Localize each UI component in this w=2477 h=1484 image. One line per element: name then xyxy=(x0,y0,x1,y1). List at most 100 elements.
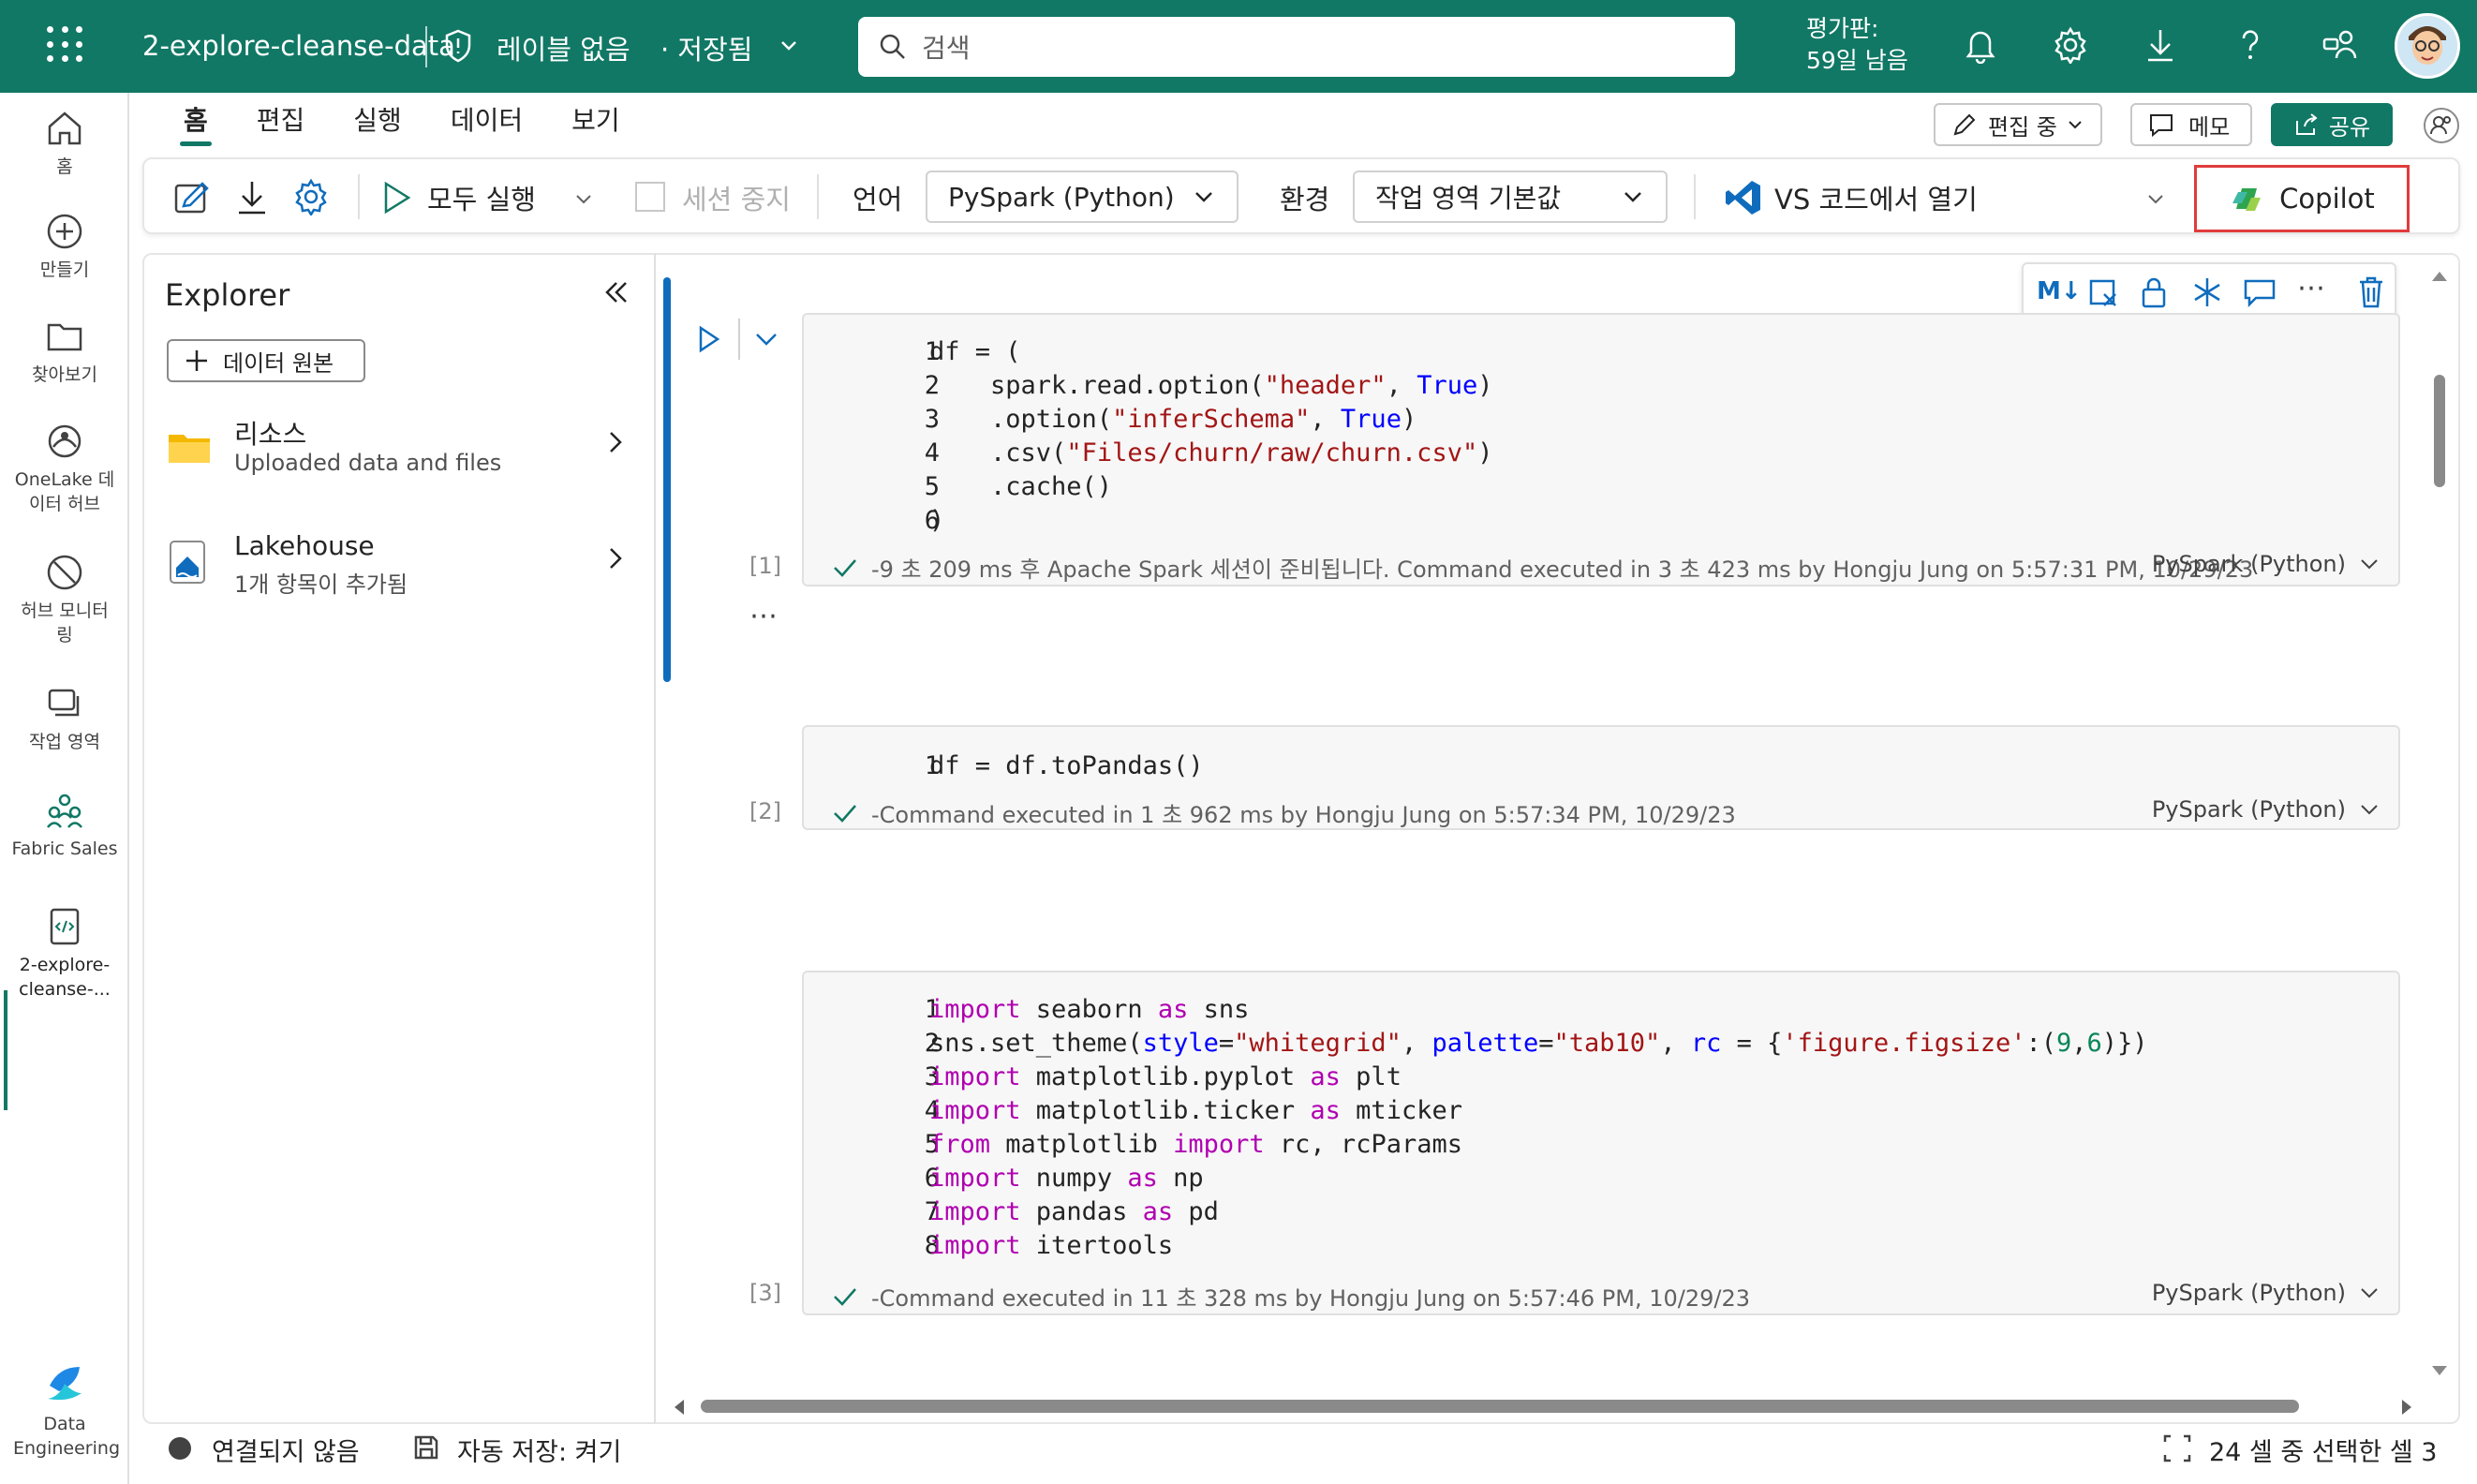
chevron-down-icon[interactable] xyxy=(573,189,594,210)
feedback-icon[interactable] xyxy=(2321,26,2359,64)
chevron-right-icon xyxy=(610,548,622,569)
environment-dropdown[interactable]: 작업 영역 기본값 xyxy=(1353,171,1668,223)
autosave-status[interactable]: 자동 저장: 켜기 xyxy=(457,1432,621,1468)
collapse-panel-icon[interactable] xyxy=(600,277,633,307)
notebook-icon xyxy=(50,908,80,945)
trial-label: 평가판: xyxy=(1806,15,1879,42)
chevron-down-icon[interactable] xyxy=(778,34,800,56)
horizontal-scrollbar[interactable] xyxy=(701,1400,2299,1413)
nav-onelake[interactable]: OneLake 데이터 허브 xyxy=(0,421,129,516)
nav-current-notebook-label: 2-explore-cleanse-... xyxy=(19,955,111,1000)
avatar[interactable] xyxy=(2395,13,2460,79)
nav-workspaces-label: 작업 영역 xyxy=(29,732,100,752)
stop-session-button[interactable]: 세션 중지 xyxy=(682,178,791,217)
open-in-vscode-button[interactable]: VS 코드에서 열기 xyxy=(1774,178,1978,217)
connection-status[interactable]: 연결되지 않음 xyxy=(212,1432,360,1468)
nav-workspaces[interactable]: 작업 영역 xyxy=(0,683,129,754)
fabric-sales-icon xyxy=(47,794,82,828)
trial-status[interactable]: 평가판: 59일 남음 xyxy=(1806,13,1908,77)
delete-icon[interactable] xyxy=(2357,275,2385,309)
trial-days-left: 59일 남음 xyxy=(1806,47,1908,74)
copilot-button[interactable]: Copilot xyxy=(2194,165,2410,232)
nav-browse[interactable]: 찾아보기 xyxy=(0,316,129,387)
freeze-cell-icon[interactable] xyxy=(2087,277,2119,309)
nav-current-notebook[interactable]: 2-explore-cleanse-... xyxy=(0,906,129,1002)
scroll-down-icon[interactable] xyxy=(2430,1364,2449,1379)
more-options-icon[interactable]: ⋯ xyxy=(2297,272,2325,304)
tab-view[interactable]: 보기 xyxy=(547,101,645,152)
chevron-down-icon xyxy=(2361,559,2378,570)
divider xyxy=(817,174,819,219)
download-icon[interactable] xyxy=(2143,26,2177,64)
data-engineering-icon xyxy=(48,1367,82,1401)
search-input[interactable]: 검색 xyxy=(922,28,971,66)
explorer-item-title: 리소스 xyxy=(234,419,307,450)
comment-icon[interactable] xyxy=(2243,277,2277,309)
nav-create[interactable]: 만들기 xyxy=(0,211,129,282)
chevron-down-icon[interactable] xyxy=(753,328,779,350)
explorer-item-subtitle: Uploaded data and files xyxy=(234,450,502,476)
lock-icon[interactable] xyxy=(2140,275,2168,309)
cell-status-text: -9 초 209 ms 후 Apache Spark 세션이 준비됩니다. Co… xyxy=(871,556,2254,583)
cell-status-text: -Command executed in 11 초 328 ms by Hong… xyxy=(871,1285,1751,1312)
download-icon[interactable] xyxy=(234,178,270,217)
sensitivity-label[interactable]: 레이블 없음 xyxy=(497,28,630,67)
status-bar: 연결되지 않음 자동 저장: 켜기 24 셀 중 선택한 셀 3 xyxy=(142,1424,2460,1471)
tab-edit[interactable]: 편집 xyxy=(232,101,330,152)
snowflake-icon[interactable] xyxy=(2190,275,2224,309)
tab-home[interactable]: 홈 xyxy=(159,101,232,152)
share-button[interactable]: 공유 xyxy=(2271,103,2393,146)
tab-run[interactable]: 실행 xyxy=(329,101,426,152)
edit-notebook-icon[interactable] xyxy=(172,178,212,217)
language-dropdown[interactable]: PySpark (Python) xyxy=(926,171,1238,223)
editing-mode-button[interactable]: 편집 중 xyxy=(1934,103,2102,146)
markdown-toggle-icon[interactable]: M↓ xyxy=(2037,277,2082,305)
cell-language-selector[interactable]: PySpark (Python) xyxy=(2152,551,2380,577)
tab-data[interactable]: 데이터 xyxy=(426,101,547,152)
environment-value: 작업 영역 기본값 xyxy=(1375,183,1562,214)
divider xyxy=(358,174,360,219)
play-icon[interactable] xyxy=(380,180,412,215)
plus-icon xyxy=(186,350,207,371)
app-launcher-icon[interactable] xyxy=(47,26,84,64)
home-icon xyxy=(48,111,82,145)
run-all-button[interactable]: 모두 실행 xyxy=(427,178,536,217)
code-cell-1[interactable]: 1 df = ( 2 spark.read.option("header", Tr… xyxy=(802,313,2400,586)
code-cell-3[interactable]: 1 import seaborn as sns 2 sns.set_theme(st… xyxy=(802,971,2400,1315)
execution-count: [3] xyxy=(749,1280,781,1306)
run-cell-icon[interactable] xyxy=(695,324,721,354)
scroll-right-icon[interactable] xyxy=(2400,1398,2415,1417)
add-data-source-button[interactable]: 데이터 원본 xyxy=(167,339,365,382)
check-icon xyxy=(834,804,856,823)
gear-icon[interactable] xyxy=(292,178,330,215)
vertical-scrollbar[interactable] xyxy=(2434,375,2445,487)
nav-home[interactable]: 홈 xyxy=(0,108,129,179)
help-icon[interactable] xyxy=(2233,26,2267,64)
cell-language-label: PySpark (Python) xyxy=(2151,1280,2346,1306)
search-box[interactable]: 검색 xyxy=(858,17,1735,77)
scroll-up-icon[interactable] xyxy=(2430,268,2449,283)
code-cell-2[interactable]: 1 df = df.toPandas() -Command executed in… xyxy=(802,725,2400,830)
explorer-item-resources[interactable]: 리소스 Uploaded data and files xyxy=(167,414,635,485)
nav-monitor[interactable]: 허브 모니터링 xyxy=(0,552,129,647)
scroll-left-icon[interactable] xyxy=(671,1398,686,1417)
cell-language-selector[interactable]: PySpark (Python) xyxy=(2152,796,2380,823)
chevron-down-icon[interactable] xyxy=(2145,189,2166,210)
collaborators-icon[interactable] xyxy=(2423,107,2460,144)
workspaces-icon xyxy=(48,689,80,717)
bell-icon[interactable] xyxy=(1964,26,1997,64)
gear-icon[interactable] xyxy=(2052,26,2089,64)
cell-more-icon[interactable]: ⋯ xyxy=(749,600,781,632)
active-indicator xyxy=(4,990,7,1110)
notebook-name[interactable]: 2-explore-cleanse-data xyxy=(142,30,455,62)
explorer-item-lakehouse[interactable]: Lakehouse 1개 항목이 추가됨 xyxy=(167,530,635,601)
nav-data-engineering[interactable]: Data Engineering xyxy=(0,1361,129,1461)
memo-button[interactable]: 메모 xyxy=(2130,103,2252,146)
shield-icon[interactable] xyxy=(444,29,472,63)
share-label: 공유 xyxy=(2328,113,2371,141)
explorer-item-subtitle: 1개 항목이 추가됨 xyxy=(234,571,408,598)
cell-language-selector[interactable]: PySpark (Python) xyxy=(2152,1280,2380,1306)
chevron-down-icon xyxy=(2069,121,2082,129)
save-status[interactable]: · 저장됨 xyxy=(660,28,752,67)
nav-fabric-sales[interactable]: Fabric Sales xyxy=(0,790,129,861)
